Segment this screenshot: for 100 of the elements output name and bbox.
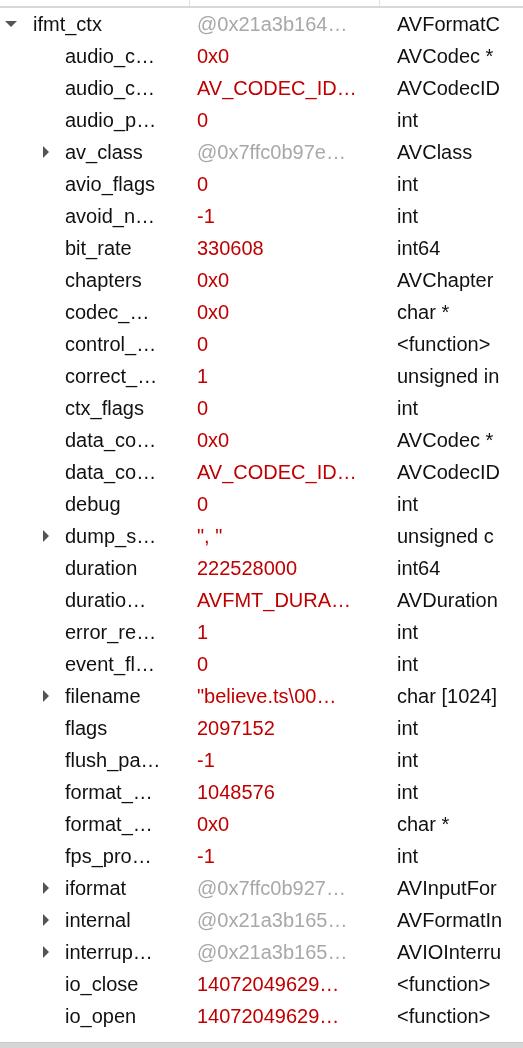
variable-name: bit_rate xyxy=(65,236,132,260)
variable-name: flags xyxy=(65,716,108,740)
variable-name: chapters xyxy=(65,268,142,292)
variable-name: audio_p… xyxy=(65,108,157,132)
variable-type: AVCodecID xyxy=(397,460,500,484)
variable-value: @0x7ffc0b927… xyxy=(197,876,347,900)
variable-value: ", " xyxy=(197,524,224,548)
variable-name: audio_c… xyxy=(65,44,156,68)
variable-value: AVFMT_DURA… xyxy=(197,588,353,612)
variable-name: internal xyxy=(65,908,131,932)
variable-name: format_… xyxy=(65,812,153,836)
variable-value: -1 xyxy=(197,204,216,228)
variable-type: AVCodec * xyxy=(397,428,494,452)
variable-name: event_fl… xyxy=(65,652,156,676)
variable-type: AVDuration xyxy=(397,588,498,612)
variable-value: 1 xyxy=(197,620,210,644)
variable-value: AV_CODEC_ID… xyxy=(197,460,358,484)
expand-arrow-icon[interactable] xyxy=(40,882,52,894)
variable-name: data_co… xyxy=(65,460,157,484)
variable-value: 0x0 xyxy=(197,44,231,68)
variable-name: ctx_flags xyxy=(65,396,144,420)
variable-name: format_… xyxy=(65,780,153,804)
variable-type: AVIOInterru xyxy=(397,940,502,964)
variable-name: ifmt_ctx xyxy=(33,12,102,36)
variable-type: int xyxy=(397,780,419,804)
variable-type: char [1024] xyxy=(397,684,498,708)
variable-type: int xyxy=(397,172,419,196)
variable-value: 0 xyxy=(197,396,210,420)
variable-value: 222528000 xyxy=(197,556,299,580)
variable-type: int xyxy=(397,396,419,420)
variable-type: <function> xyxy=(397,1004,491,1028)
variable-value: @0x7ffc0b97e… xyxy=(197,140,347,164)
variable-name: filename xyxy=(65,684,141,708)
variable-value: 0 xyxy=(197,492,210,516)
variable-type: char * xyxy=(397,812,450,836)
variable-type: AVCodecID xyxy=(397,76,500,100)
expand-arrow-icon[interactable] xyxy=(40,530,52,542)
variable-type: int64 xyxy=(397,236,441,260)
variable-name: duratio… xyxy=(65,588,147,612)
variable-name: debug xyxy=(65,492,121,516)
variable-value: 0 xyxy=(197,108,210,132)
variable-value: 0x0 xyxy=(197,812,231,836)
variable-name: data_co… xyxy=(65,428,157,452)
variable-name: io_close xyxy=(65,972,139,996)
variable-name: flush_pa… xyxy=(65,748,161,772)
variable-value: 1048576 xyxy=(197,780,276,804)
variable-name: av_class xyxy=(65,140,143,164)
variable-value: 330608 xyxy=(197,236,265,260)
variable-name: error_re… xyxy=(65,620,157,644)
variable-value: 0 xyxy=(197,332,210,356)
variable-type: int xyxy=(397,844,419,868)
variable-value: 0x0 xyxy=(197,300,231,324)
variable-value: 0x0 xyxy=(197,428,231,452)
variable-type: unsigned in xyxy=(397,364,500,388)
variable-value: 2097152 xyxy=(197,716,276,740)
variable-value: @0x21a3b165… xyxy=(197,908,349,932)
variable-name: fps_pro… xyxy=(65,844,152,868)
variable-value: 14072049629… xyxy=(197,1004,341,1028)
variable-type: <function> xyxy=(397,332,491,356)
variable-type: int xyxy=(397,108,419,132)
variable-type: AVChapter xyxy=(397,268,494,292)
variable-type: AVCodec * xyxy=(397,44,494,68)
variable-name: dump_s… xyxy=(65,524,157,548)
variable-value: 0 xyxy=(197,652,210,676)
collapse-arrow-icon[interactable] xyxy=(5,18,17,30)
expand-arrow-icon[interactable] xyxy=(40,914,52,926)
variable-value: 1 xyxy=(197,364,210,388)
variable-name: avio_flags xyxy=(65,172,156,196)
variable-value: -1 xyxy=(197,844,216,868)
variable-name: control_… xyxy=(65,332,157,356)
variable-type: AVClass xyxy=(397,140,473,164)
variable-type: int xyxy=(397,620,419,644)
variable-name: audio_c… xyxy=(65,76,156,100)
variable-name: codec_… xyxy=(65,300,150,324)
variable-value: 0x0 xyxy=(197,268,231,292)
variable-type: int64 xyxy=(397,556,441,580)
variable-name: io_open xyxy=(65,1004,137,1028)
variable-type: AVInputFor xyxy=(397,876,497,900)
variable-type: int xyxy=(397,204,419,228)
variable-type: <function> xyxy=(397,972,491,996)
variable-value: AV_CODEC_ID… xyxy=(197,76,358,100)
variable-value: @0x21a3b164… xyxy=(197,12,349,36)
expand-arrow-icon[interactable] xyxy=(40,946,52,958)
variable-value: "believe.ts\00… xyxy=(197,684,338,708)
variable-name: interrup… xyxy=(65,940,153,964)
expand-arrow-icon[interactable] xyxy=(40,146,52,158)
variable-name: iformat xyxy=(65,876,127,900)
expand-arrow-icon[interactable] xyxy=(40,690,52,702)
variable-value: @0x21a3b165… xyxy=(197,940,349,964)
variable-type: int xyxy=(397,748,419,772)
variable-type: int xyxy=(397,716,419,740)
variable-name: avoid_n… xyxy=(65,204,156,228)
variable-type: unsigned c xyxy=(397,524,494,548)
variable-name: duration xyxy=(65,556,138,580)
variable-name: correct_… xyxy=(65,364,158,388)
variable-type: AVFormatC xyxy=(397,12,500,36)
variable-type: int xyxy=(397,652,419,676)
variable-value: 0 xyxy=(197,172,210,196)
variable-value: -1 xyxy=(197,748,216,772)
variable-type: char * xyxy=(397,300,450,324)
